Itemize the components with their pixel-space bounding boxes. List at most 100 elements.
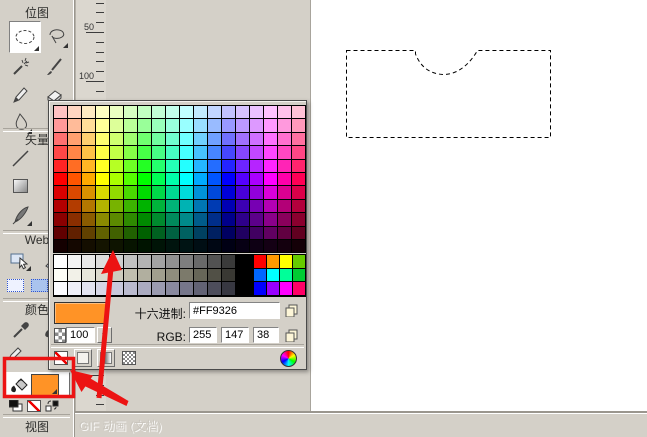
spectrum-cell[interactable] [110,186,123,198]
spectrum-cell[interactable] [194,200,207,212]
gray-swatch[interactable] [180,269,193,282]
spectrum-cell[interactable] [236,133,249,145]
spectrum-cell[interactable] [110,200,123,212]
spectrum-cell[interactable] [208,227,221,239]
bright-swatch[interactable] [254,282,266,295]
spectrum-cell[interactable] [278,160,291,172]
gray-swatch[interactable] [152,255,165,268]
bright-swatch[interactable] [267,255,279,268]
spectrum-cell[interactable] [82,213,95,225]
gray-swatch[interactable] [138,269,151,282]
spectrum-cell[interactable] [250,160,263,172]
gray-swatch[interactable] [54,255,67,268]
spectrum-cell[interactable] [250,106,263,118]
oval-marquee-tool-button[interactable] [9,21,41,53]
spectrum-cell[interactable] [82,160,95,172]
spectrum-cell[interactable] [194,213,207,225]
spectrum-cell[interactable] [222,106,235,118]
spectrum-cell[interactable] [110,133,123,145]
spectrum-cell[interactable] [54,227,67,239]
spectrum-cell[interactable] [278,146,291,158]
spectrum-cell[interactable] [292,227,305,239]
spectrum-cell[interactable] [124,186,137,198]
spectrum-cell[interactable] [250,227,263,239]
spectrum-cell[interactable] [54,119,67,131]
spectrum-cell[interactable] [82,227,95,239]
gray-swatch[interactable] [152,282,165,295]
spectrum-cell[interactable] [208,200,221,212]
spectrum-cell[interactable] [208,186,221,198]
spectrum-cell[interactable] [82,200,95,212]
spectrum-cell[interactable] [82,119,95,131]
spectrum-cell[interactable] [208,119,221,131]
spectrum-cell[interactable] [54,186,67,198]
spectrum-cell[interactable] [236,200,249,212]
spectrum-cell[interactable] [222,119,235,131]
gray-swatch[interactable] [110,269,123,282]
spectrum-cell[interactable] [68,119,81,131]
spectrum-cell[interactable] [208,133,221,145]
brush-tool-button[interactable] [41,53,67,79]
spectrum-cell[interactable] [68,213,81,225]
vector-path-tool-button[interactable] [7,201,33,227]
gray-swatch[interactable] [180,282,193,295]
spectrum-cell[interactable] [68,186,81,198]
spectrum-cell[interactable] [96,146,109,158]
spectrum-cell[interactable] [68,173,81,185]
swap-colors-button[interactable] [44,399,60,413]
spectrum-cell[interactable] [278,106,291,118]
spectrum-cell[interactable] [166,160,179,172]
opacity-input[interactable] [66,327,95,343]
bright-swatch[interactable] [280,282,292,295]
rgb-b-input[interactable] [253,327,279,343]
spectrum-cell[interactable] [82,186,95,198]
spectrum-cell[interactable] [222,173,235,185]
spectrum-cell[interactable] [82,133,95,145]
spectrum-cell[interactable] [292,200,305,212]
spectrum-cell[interactable] [292,106,305,118]
spectrum-cell[interactable] [124,133,137,145]
gray-swatch[interactable] [166,282,179,295]
spectrum-cell[interactable] [208,213,221,225]
magic-wand-tool-button[interactable] [7,53,33,79]
spectrum-cell[interactable] [208,173,221,185]
bright-swatch[interactable] [293,269,305,282]
spectrum-cell[interactable] [124,240,137,252]
spectrum-cell[interactable] [180,213,193,225]
spectrum-cell[interactable] [278,173,291,185]
spectrum-cell[interactable] [208,160,221,172]
spectrum-cell[interactable] [180,186,193,198]
gray-swatch[interactable] [208,255,221,268]
fill-gradient-button[interactable] [97,349,115,367]
spectrum-cell[interactable] [124,213,137,225]
spectrum-cell[interactable] [264,106,277,118]
spectrum-cell[interactable] [138,200,151,212]
spectrum-cell[interactable] [110,119,123,131]
gray-swatch[interactable] [124,282,137,295]
spectrum-cell[interactable] [236,213,249,225]
spectrum-cell[interactable] [278,213,291,225]
gray-swatch[interactable] [54,269,67,282]
spectrum-cell[interactable] [292,240,305,252]
gray-swatch[interactable] [194,269,207,282]
spectrum-cell[interactable] [68,146,81,158]
spectrum-cell[interactable] [54,106,67,118]
spectrum-cell[interactable] [292,119,305,131]
spectrum-cell[interactable] [236,186,249,198]
spectrum-cell[interactable] [138,146,151,158]
spectrum-cell[interactable] [166,146,179,158]
spectrum-cell[interactable] [166,186,179,198]
hotspot-tool-button[interactable] [6,246,32,272]
spectrum-cell[interactable] [166,240,179,252]
spectrum-cell[interactable] [110,213,123,225]
spectrum-cell[interactable] [54,173,67,185]
hide-slices-button[interactable] [4,275,26,295]
eyedropper-tool-button[interactable] [7,316,33,342]
spectrum-cell[interactable] [250,146,263,158]
spectrum-cell[interactable] [264,146,277,158]
spectrum-cell[interactable] [152,240,165,252]
spectrum-cell[interactable] [236,227,249,239]
spectrum-cell[interactable] [292,160,305,172]
gray-swatch[interactable] [222,282,235,295]
no-color-button[interactable] [26,399,42,413]
